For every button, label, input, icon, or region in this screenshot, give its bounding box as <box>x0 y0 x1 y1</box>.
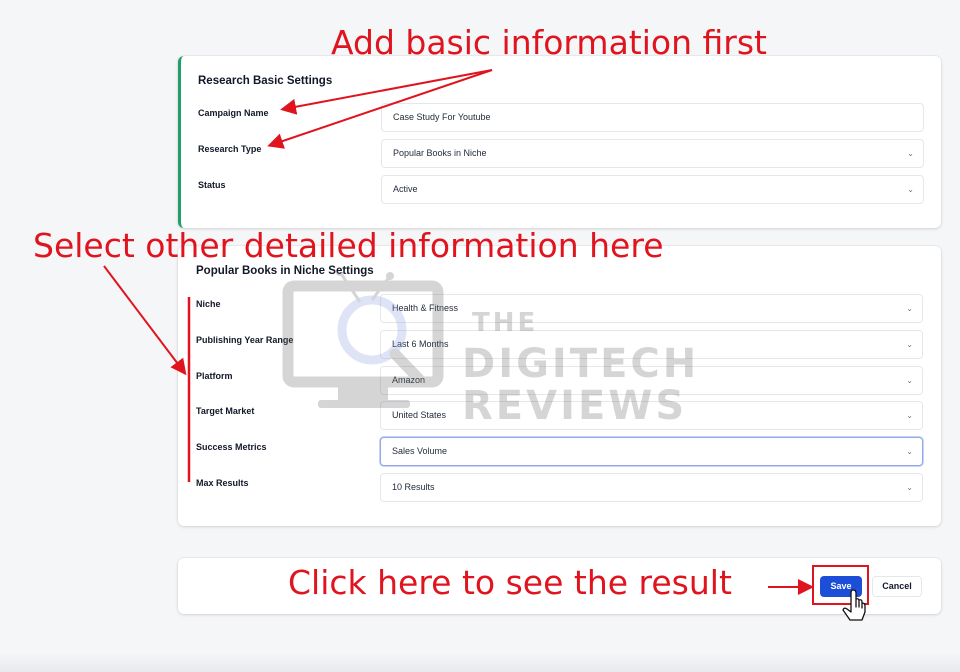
campaign-name-input[interactable]: Case Study For Youtube <box>381 103 924 132</box>
max-results-label: Max Results <box>196 478 249 488</box>
chevron-down-icon: ⌄ <box>907 149 914 158</box>
status-label: Status <box>198 180 226 190</box>
campaign-name-value: Case Study For Youtube <box>393 112 491 122</box>
status-value: Active <box>393 184 418 194</box>
target-market-label: Target Market <box>196 406 255 416</box>
research-type-label: Research Type <box>198 144 262 154</box>
status-select[interactable]: Active ⌄ <box>381 175 924 204</box>
target-market-select[interactable]: United States ⌄ <box>380 401 923 430</box>
niche-select[interactable]: Health & Fitness ⌄ <box>380 294 923 323</box>
success-metrics-select[interactable]: Sales Volume ⌄ <box>380 437 923 466</box>
page: Research Basic Settings Campaign Name Ca… <box>0 0 960 672</box>
research-type-select[interactable]: Popular Books in Niche ⌄ <box>381 139 924 168</box>
annotation-result: Click here to see the result <box>288 563 732 602</box>
save-button[interactable]: Save <box>820 576 862 597</box>
chevron-down-icon: ⌄ <box>906 376 913 385</box>
campaign-name-label: Campaign Name <box>198 108 269 118</box>
platform-value: Amazon <box>392 375 426 385</box>
publishing-year-range-value: Last 6 Months <box>392 339 449 349</box>
niche-settings-title: Popular Books in Niche Settings <box>196 265 374 277</box>
chevron-down-icon: ⌄ <box>906 483 913 492</box>
chevron-down-icon: ⌄ <box>907 185 914 194</box>
annotation-basic-info: Add basic information first <box>331 23 767 62</box>
niche-value: Health & Fitness <box>392 303 459 313</box>
platform-select[interactable]: Amazon ⌄ <box>380 366 923 395</box>
max-results-select[interactable]: 10 Results ⌄ <box>380 473 923 502</box>
target-market-value: United States <box>392 410 447 420</box>
max-results-value: 10 Results <box>392 482 435 492</box>
basic-settings-title: Research Basic Settings <box>198 75 333 87</box>
cancel-button[interactable]: Cancel <box>872 576 922 597</box>
publishing-year-range-label: Publishing Year Range <box>196 335 294 345</box>
success-metrics-label: Success Metrics <box>196 442 267 452</box>
success-metrics-value: Sales Volume <box>392 446 448 456</box>
platform-label: Platform <box>196 371 233 381</box>
chevron-down-icon: ⌄ <box>906 340 913 349</box>
annotation-detail-info: Select other detailed information here <box>33 226 664 265</box>
niche-label: Niche <box>196 299 221 309</box>
chevron-down-icon: ⌄ <box>906 411 913 420</box>
arrow-to-detail-fields <box>103 265 187 376</box>
bottom-bar <box>0 652 960 672</box>
chevron-down-icon: ⌄ <box>906 447 913 456</box>
chevron-down-icon: ⌄ <box>906 304 913 313</box>
research-type-value: Popular Books in Niche <box>393 148 487 158</box>
publishing-year-range-select[interactable]: Last 6 Months ⌄ <box>380 330 923 359</box>
